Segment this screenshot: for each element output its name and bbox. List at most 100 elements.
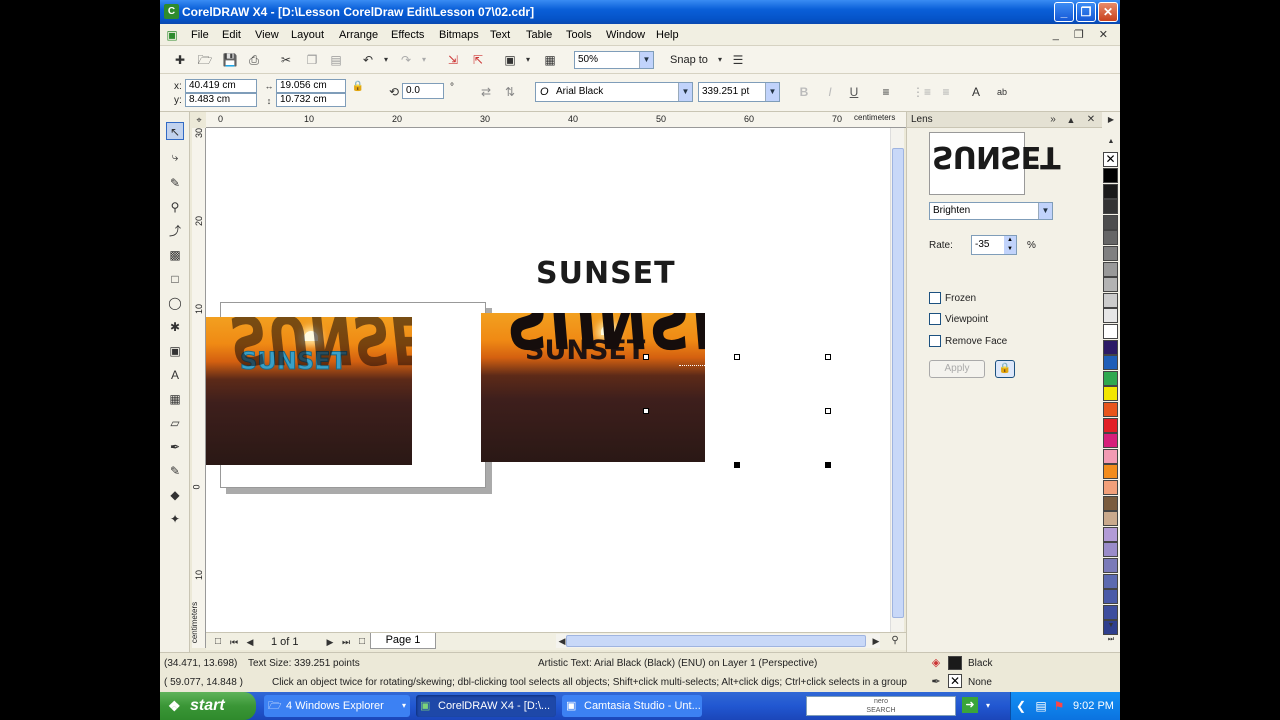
- zoom-level-combo[interactable]: 50% ▼: [574, 51, 654, 69]
- selection-handle[interactable]: [734, 354, 740, 360]
- outline-tool-icon[interactable]: ✎: [166, 462, 184, 480]
- fill-tool-icon[interactable]: ◆: [166, 486, 184, 504]
- close-button[interactable]: ✕: [1098, 2, 1118, 22]
- palette-swatch[interactable]: [1103, 417, 1118, 433]
- palette-swatch[interactable]: [1103, 246, 1118, 261]
- rectangle-tool-icon[interactable]: □: [166, 270, 184, 288]
- palette-swatch[interactable]: [1103, 573, 1118, 589]
- palette-swatch[interactable]: [1103, 589, 1118, 605]
- minimize-button[interactable]: _: [1054, 2, 1074, 22]
- options-icon[interactable]: ☰: [730, 52, 746, 68]
- undo-dropdown-icon[interactable]: ▾: [378, 52, 394, 68]
- palette-swatch[interactable]: [1103, 261, 1118, 277]
- selection-handle[interactable]: [643, 354, 649, 360]
- menu-effects[interactable]: Effects: [391, 29, 424, 41]
- lens-type-combo[interactable]: Brighten ▼: [929, 202, 1053, 220]
- menu-file[interactable]: File: [191, 29, 209, 41]
- last-page-icon[interactable]: ⏭: [338, 634, 354, 650]
- palette-swatch[interactable]: [1103, 526, 1118, 542]
- horizontal-ruler[interactable]: 0 10 20 30 40 50 60 70 centimeters: [206, 112, 906, 128]
- palette-swatch[interactable]: [1103, 495, 1118, 511]
- palette-swatch[interactable]: [1103, 370, 1118, 386]
- launcher-dropdown-icon[interactable]: ▾: [520, 52, 536, 68]
- basic-shapes-tool-icon[interactable]: ▣: [166, 342, 184, 360]
- mirror-horizontal-icon[interactable]: ⇄: [478, 84, 494, 100]
- page-tab-1[interactable]: Page 1: [370, 633, 436, 649]
- fill-color-swatch[interactable]: [948, 656, 962, 670]
- palette-swatch[interactable]: [1103, 355, 1118, 371]
- character-formatting-icon[interactable]: A: [968, 84, 984, 100]
- selection-handle[interactable]: [825, 408, 831, 414]
- palette-swatch[interactable]: [1103, 542, 1118, 558]
- vertical-ruler[interactable]: 30 20 10 0 10 centimeters: [190, 128, 206, 648]
- collapse-up-icon[interactable]: ▲: [1063, 112, 1079, 128]
- ellipse-tool-icon[interactable]: ◯: [166, 294, 184, 312]
- palette-swatch[interactable]: [1103, 292, 1118, 308]
- selection-handle[interactable]: [825, 462, 831, 468]
- palette-swatch[interactable]: [1103, 402, 1118, 417]
- left-sunset-photo[interactable]: SUNSET SUNSET: [206, 317, 412, 465]
- menu-arrange[interactable]: Arrange: [339, 29, 378, 41]
- mirror-vertical-icon[interactable]: ⇅: [502, 84, 518, 100]
- table-tool-icon[interactable]: ▦: [166, 390, 184, 408]
- start-button[interactable]: ❖ start: [160, 692, 256, 720]
- palette-swatch[interactable]: [1103, 199, 1118, 215]
- chevron-down-icon[interactable]: ▼: [1038, 203, 1052, 219]
- menu-tools[interactable]: Tools: [566, 29, 592, 41]
- export-icon[interactable]: ⇱: [470, 52, 486, 68]
- polygon-tool-icon[interactable]: ✱: [166, 318, 184, 336]
- clock[interactable]: 9:02 PM: [1073, 700, 1114, 712]
- vertical-scrollbar[interactable]: [890, 128, 904, 632]
- taskbar-item-windows-explorer[interactable]: 🗁 4 Windows Explorer ▾: [264, 695, 410, 717]
- zoom-tool-icon[interactable]: ⚲: [166, 198, 184, 216]
- selection-handle[interactable]: [643, 408, 649, 414]
- palette-swatch[interactable]: [1103, 448, 1118, 464]
- menu-edit[interactable]: Edit: [222, 29, 241, 41]
- sunset-artistic-text[interactable]: SUNSET: [536, 256, 676, 291]
- lock-icon[interactable]: 🔒: [995, 360, 1015, 378]
- menu-view[interactable]: View: [255, 29, 279, 41]
- interactive-effects-tool-icon[interactable]: ▱: [166, 414, 184, 432]
- maximize-button[interactable]: ❐: [1076, 2, 1096, 22]
- redo-dropdown-icon[interactable]: ▾: [416, 52, 432, 68]
- font-size-combo[interactable]: 339.251 pt ▼: [698, 82, 780, 102]
- expand-icon[interactable]: »: [1045, 112, 1061, 128]
- bullet-list-icon[interactable]: ⋮≡: [912, 84, 931, 100]
- palette-swatch[interactable]: [1103, 339, 1118, 355]
- menu-window[interactable]: Window: [606, 29, 645, 41]
- previous-page-icon[interactable]: ◀: [242, 634, 258, 650]
- horizontal-scroll-thumb[interactable]: [566, 635, 866, 647]
- taskbar-item-coreldraw[interactable]: ▣ CorelDRAW X4 - [D:\...: [416, 695, 556, 717]
- vertical-scroll-thumb[interactable]: [892, 148, 904, 618]
- bold-icon[interactable]: B: [796, 84, 812, 100]
- height-field[interactable]: 10.732 cm: [276, 93, 346, 107]
- palette-scroll-end-icon[interactable]: ⏭: [1103, 632, 1119, 648]
- menu-text[interactable]: Text: [490, 29, 510, 41]
- palette-swatch[interactable]: [1103, 386, 1118, 402]
- snap-to-dropdown-icon[interactable]: ▾: [712, 52, 728, 68]
- search-dropdown-icon[interactable]: ▾: [980, 698, 996, 714]
- document-window-controls[interactable]: _ ❐ ✕: [1053, 28, 1114, 41]
- viewpoint-checkbox[interactable]: [929, 313, 941, 325]
- italic-icon[interactable]: I: [822, 84, 838, 100]
- scroll-right-icon[interactable]: ▶: [868, 633, 884, 649]
- menu-table[interactable]: Table: [526, 29, 552, 41]
- remove-face-checkbox[interactable]: [929, 335, 941, 347]
- ruler-origin-icon[interactable]: ⌖: [192, 112, 206, 128]
- palette-swatch[interactable]: [1103, 324, 1118, 339]
- rate-spinner-icon[interactable]: ▲ ▼: [1004, 236, 1016, 254]
- x-position-field[interactable]: 40.419 cm: [185, 79, 257, 93]
- palette-swatch[interactable]: [1103, 308, 1118, 324]
- import-icon[interactable]: ⇲: [445, 52, 461, 68]
- no-color-swatch[interactable]: ✕: [1103, 152, 1118, 167]
- chevron-down-icon[interactable]: ▼: [639, 52, 653, 68]
- drop-cap-icon[interactable]: ≡: [938, 84, 954, 100]
- close-icon[interactable]: ✕: [1083, 112, 1099, 128]
- save-icon[interactable]: 💾: [222, 52, 238, 68]
- palette-swatch[interactable]: [1103, 433, 1118, 449]
- right-sunset-photo[interactable]: SUNSET SUNSET: [481, 313, 705, 462]
- selection-handle[interactable]: [825, 354, 831, 360]
- paste-icon[interactable]: ▤: [328, 52, 344, 68]
- menu-layout[interactable]: Layout: [291, 29, 324, 41]
- redo-icon[interactable]: ↷: [398, 52, 414, 68]
